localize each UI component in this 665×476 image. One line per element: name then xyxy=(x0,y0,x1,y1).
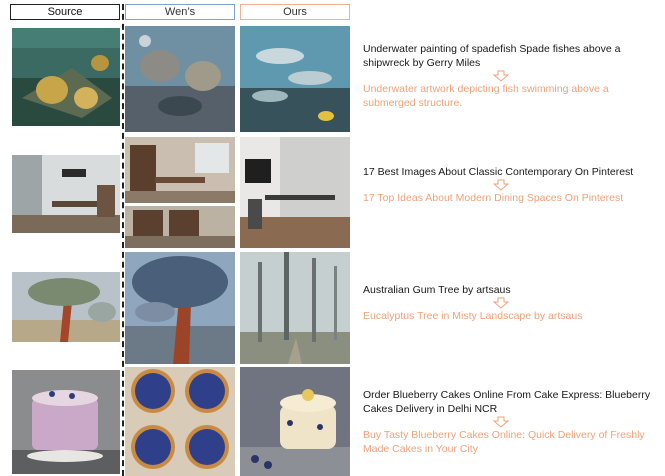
header-wens: Wen’s xyxy=(125,4,235,20)
down-arrow-icon xyxy=(493,416,509,428)
rewritten-caption: Buy Tasty Blueberry Cakes Online: Quick … xyxy=(363,429,645,455)
rewritten-caption: Underwater artwork depicting fish swimmi… xyxy=(363,83,609,109)
caption-row-3: Australian Gum Tree by artsaus Eucalyptu… xyxy=(363,283,658,323)
original-caption: Order Blueberry Cakes Online From Cake E… xyxy=(363,389,651,415)
source-image-dining xyxy=(12,155,120,233)
caption-row-4: Order Blueberry Cakes Online From Cake E… xyxy=(363,388,658,456)
rewritten-caption: 17 Top Ideas About Modern Dining Spaces … xyxy=(363,192,624,204)
ours-image-underwater xyxy=(240,26,350,132)
header-source: Source xyxy=(10,4,120,20)
caption-row-1: Underwater painting of spadefish Spade f… xyxy=(363,42,658,110)
original-caption: Australian Gum Tree by artsaus xyxy=(363,284,511,296)
source-image-tree xyxy=(12,272,120,342)
ours-image-cake xyxy=(240,367,350,476)
wens-image-tree xyxy=(125,252,235,364)
down-arrow-icon xyxy=(493,70,509,82)
wens-image-dining-top xyxy=(125,137,235,203)
ours-image-dining xyxy=(240,137,350,248)
wens-image-cake xyxy=(125,367,235,476)
original-caption: Underwater painting of spadefish Spade f… xyxy=(363,43,621,69)
caption-row-2: 17 Best Images About Classic Contemporar… xyxy=(363,165,658,205)
ours-image-tree xyxy=(240,252,350,364)
rewritten-caption: Eucalyptus Tree in Misty Landscape by ar… xyxy=(363,310,583,322)
wens-image-underwater xyxy=(125,26,235,132)
down-arrow-icon xyxy=(493,179,509,191)
header-ours: Ours xyxy=(240,4,350,20)
down-arrow-icon xyxy=(493,297,509,309)
source-image-underwater xyxy=(12,28,120,126)
original-caption: 17 Best Images About Classic Contemporar… xyxy=(363,166,634,178)
source-image-cake xyxy=(12,370,120,474)
wens-image-dining-bottom xyxy=(125,206,235,248)
dashed-divider xyxy=(122,4,124,476)
